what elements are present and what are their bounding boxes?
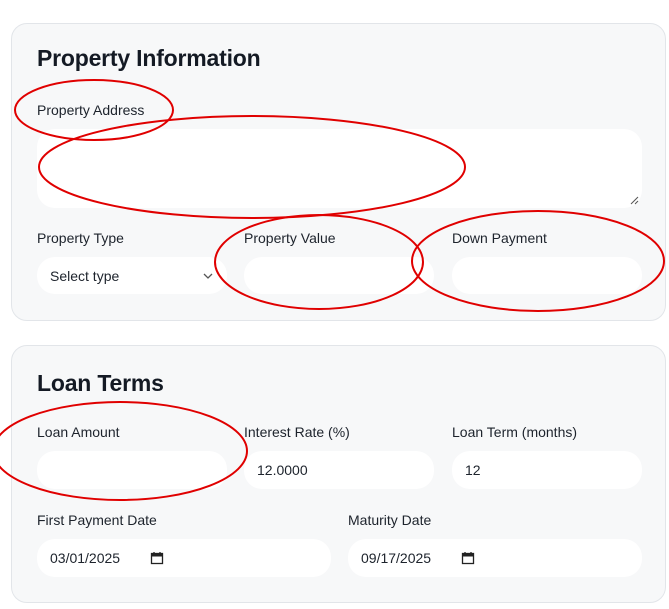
property-information-card: Property Information Property Address Pr… [11, 23, 666, 321]
down-payment-label: Down Payment [452, 230, 547, 246]
loan-terms-card: Loan Terms Loan Amount Interest Rate (%)… [11, 345, 666, 603]
interest-rate-label: Interest Rate (%) [244, 424, 350, 440]
form-page: Property Information Property Address Pr… [0, 0, 669, 609]
down-payment-input[interactable] [452, 257, 642, 294]
loan-term-label: Loan Term (months) [452, 424, 578, 440]
property-section-title: Property Information [37, 45, 261, 71]
property-value-input[interactable] [244, 257, 434, 294]
loan-section-title: Loan Terms [37, 370, 164, 396]
maturity-date-input[interactable]: 09/17/2025 [348, 539, 642, 577]
calendar-icon[interactable] [150, 551, 164, 565]
resize-handle-icon[interactable] [629, 195, 639, 205]
property-address-textarea[interactable] [37, 129, 642, 208]
loan-amount-label: Loan Amount [37, 424, 120, 440]
property-value-label: Property Value [244, 230, 336, 246]
property-address-label: Property Address [37, 102, 145, 118]
calendar-icon[interactable] [461, 551, 475, 565]
loan-term-input[interactable]: 12 [452, 451, 642, 489]
interest-rate-input[interactable]: 12.0000 [244, 451, 434, 489]
first-payment-date-value: 03/01/2025 [50, 550, 121, 566]
loan-amount-input[interactable] [37, 451, 227, 489]
first-payment-date-input[interactable]: 03/01/2025 [37, 539, 331, 577]
property-type-label: Property Type [37, 230, 124, 246]
first-payment-date-label: First Payment Date [37, 512, 157, 528]
maturity-date-value: 09/17/2025 [361, 550, 432, 566]
property-type-selected: Select type [50, 267, 120, 284]
property-type-select[interactable]: Select type [37, 257, 227, 294]
chevron-down-icon [203, 273, 213, 279]
maturity-date-label: Maturity Date [348, 512, 432, 528]
